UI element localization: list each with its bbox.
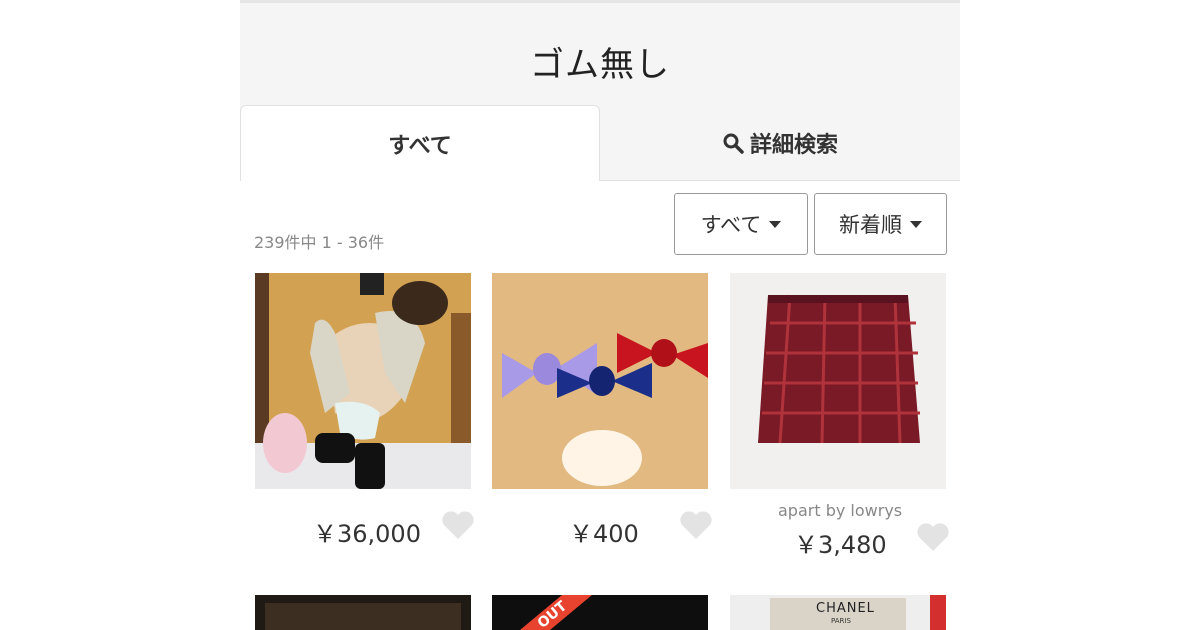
product-image[interactable] — [492, 273, 708, 489]
category-filter-dropdown[interactable]: すべて — [674, 193, 808, 255]
product-card[interactable]: ￥36,000 — [255, 273, 474, 573]
header: ゴム無し すべて 詳細検索 — [240, 0, 960, 181]
page-title: ゴム無し — [530, 45, 670, 85]
product-price: ￥3,480 — [794, 531, 887, 559]
product-price: ￥400 — [569, 520, 639, 548]
heart-icon[interactable] — [916, 522, 950, 552]
product-card[interactable]: apart by lowrys ￥3,480 — [730, 273, 949, 573]
product-image[interactable] — [255, 273, 471, 489]
sort-dropdown[interactable]: 新着順 — [814, 193, 947, 255]
product-image[interactable]: OUT — [492, 595, 708, 630]
tab-all-label: すべて — [388, 133, 452, 159]
tab-advanced-search[interactable]: 詳細検索 — [600, 105, 960, 181]
heart-icon[interactable] — [441, 510, 475, 540]
product-card[interactable]: CHANEL PARIS — [730, 595, 946, 630]
product-card[interactable] — [255, 595, 471, 630]
tab-advanced-search-label: 詳細検索 — [749, 132, 838, 158]
product-card[interactable]: ￥400 — [492, 273, 712, 573]
app: ゴム無し すべて 詳細検索 239件中 1 - 36件 すべて 新着順 ￥36,… — [240, 0, 960, 630]
brand-logo-text: CHANEL — [816, 601, 875, 616]
brand-logo-subtext: PARIS — [831, 617, 851, 625]
product-brand: apart by lowrys — [778, 501, 903, 520]
product-price: ￥36,000 — [313, 520, 421, 548]
result-count: 239件中 1 - 36件 — [254, 233, 385, 252]
caret-down-icon — [769, 220, 782, 228]
product-image[interactable] — [730, 273, 946, 489]
category-filter-value: すべて — [700, 213, 762, 237]
product-image[interactable] — [255, 595, 471, 630]
sort-value: 新着順 — [839, 213, 902, 237]
product-image[interactable]: CHANEL PARIS — [730, 595, 946, 630]
tab-all[interactable]: すべて — [240, 105, 600, 181]
caret-down-icon — [910, 220, 922, 228]
heart-icon[interactable] — [679, 510, 713, 540]
search-icon — [722, 132, 744, 154]
product-card[interactable]: OUT — [492, 595, 708, 630]
